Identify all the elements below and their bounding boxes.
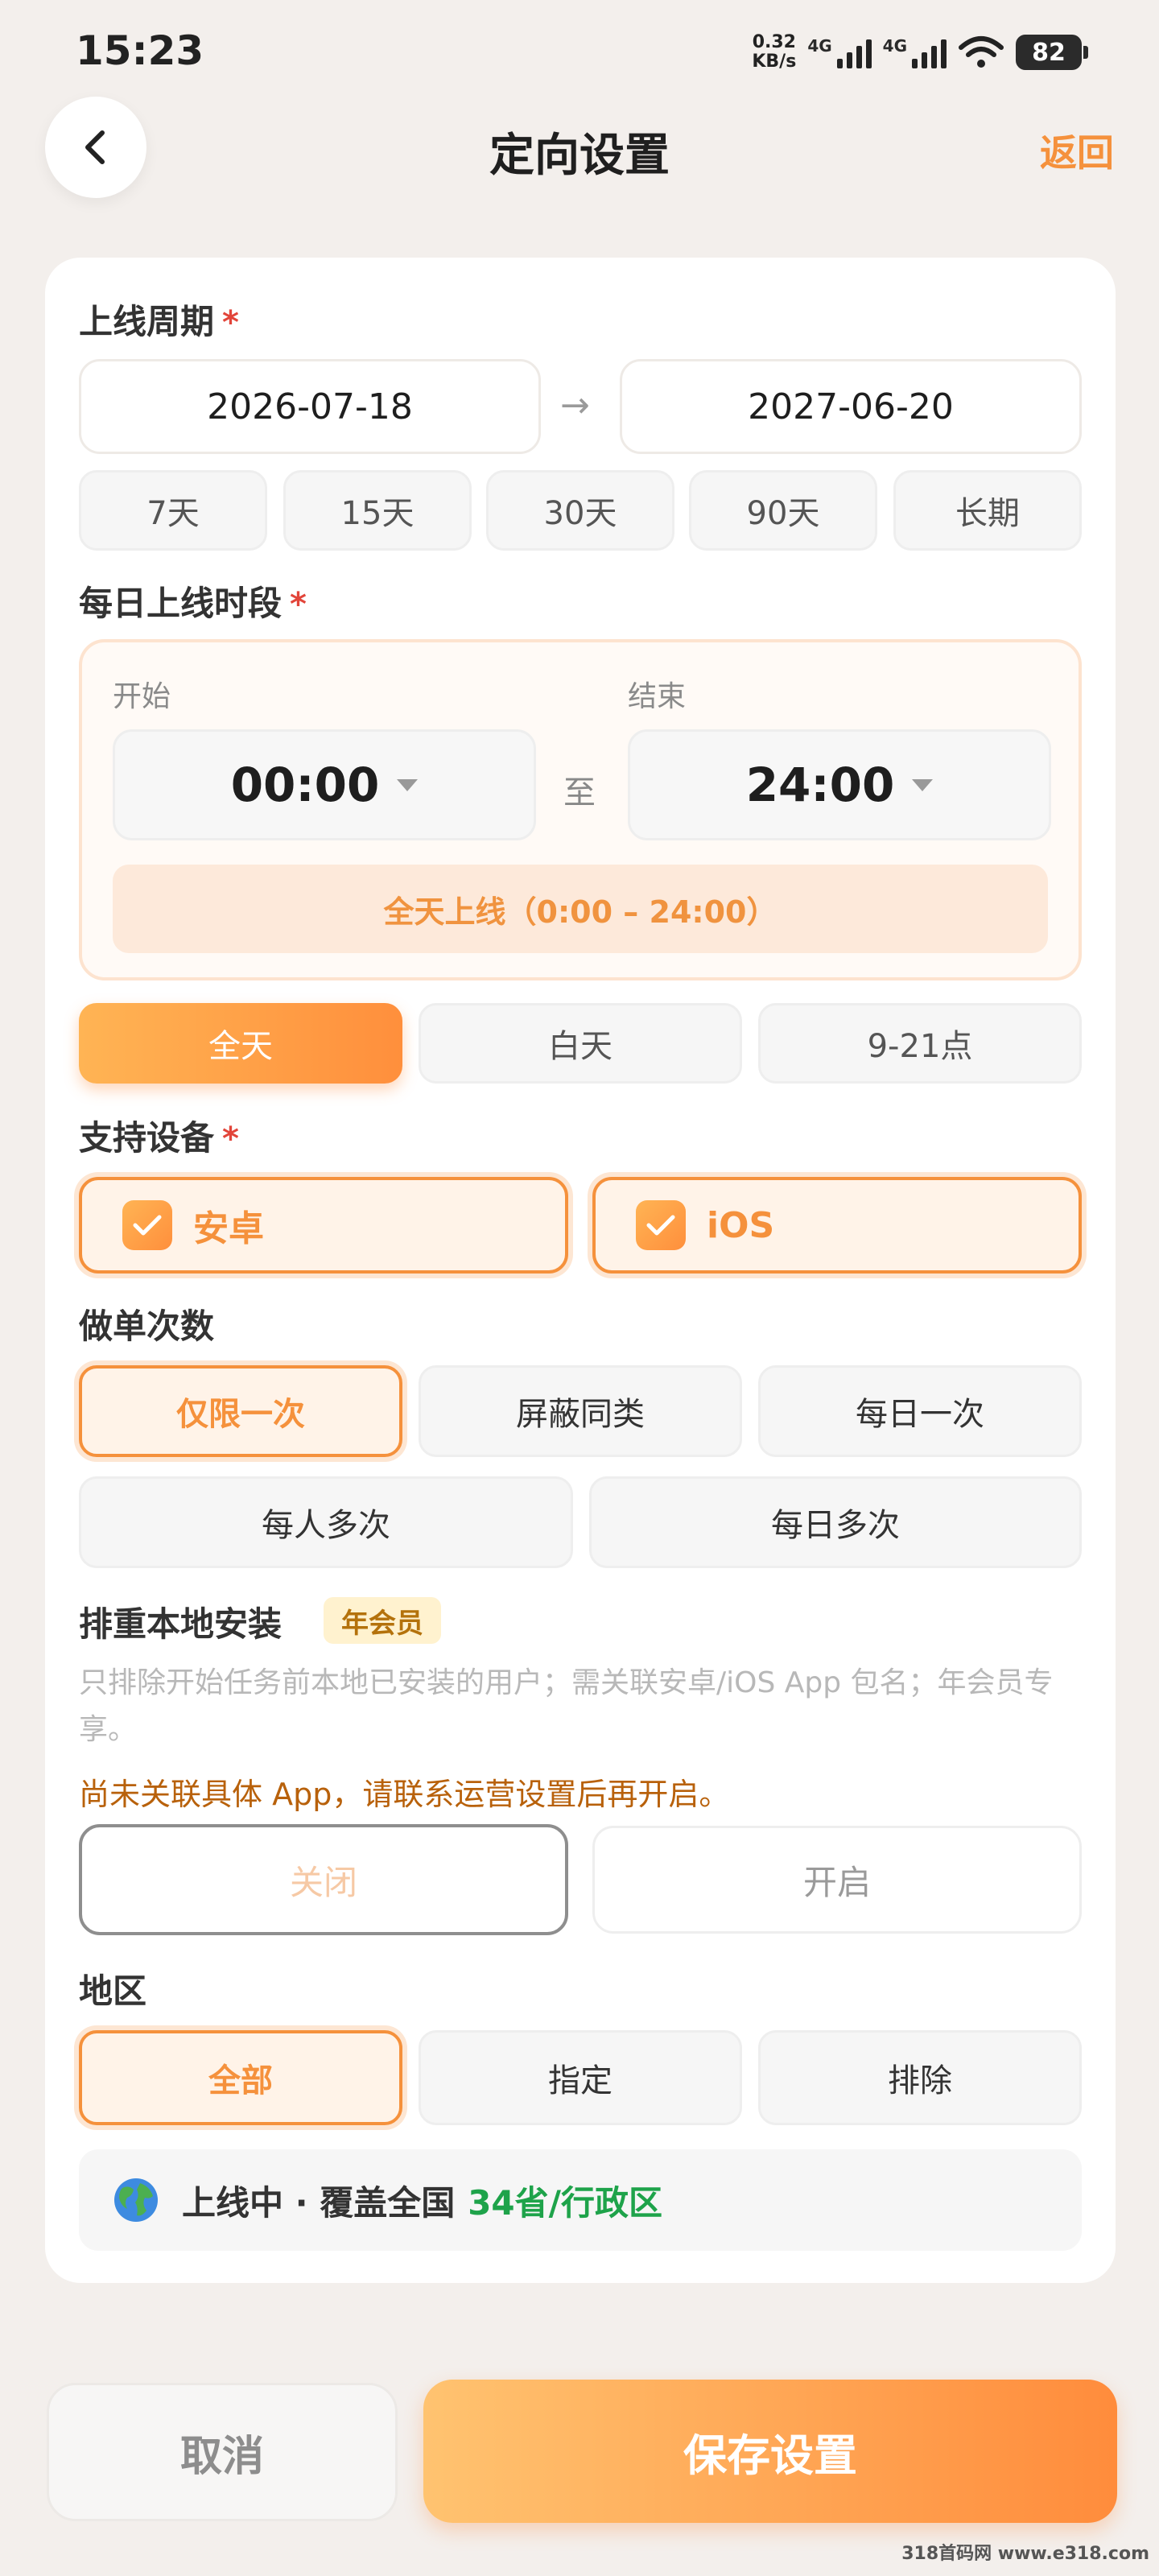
dedupe-off-button[interactable]: 关闭 xyxy=(79,1824,568,1935)
end-date-field[interactable]: 2027-06-20 xyxy=(620,359,1082,454)
status-time: 15:23 xyxy=(76,27,204,74)
globe-icon xyxy=(114,2178,158,2222)
end-time-select[interactable]: 24:00 xyxy=(628,729,1051,840)
region-exclude[interactable]: 排除 xyxy=(758,2030,1082,2125)
start-time-select[interactable]: 00:00 xyxy=(113,729,536,840)
required-mark: * xyxy=(222,1121,239,1158)
region-status: 上线中 · 覆盖全国 34省/行政区 xyxy=(79,2149,1082,2251)
start-date-field[interactable]: 2026-07-18 xyxy=(79,359,541,454)
app-header: 定向设置 返回 xyxy=(0,97,1159,198)
device-ios-option[interactable]: iOS xyxy=(592,1177,1082,1274)
checkbox-checked-icon xyxy=(636,1200,686,1250)
dedupe-description: 只排除开始任务前本地已安装的用户；需关联安卓/iOS App 包名；年会员专享。 xyxy=(79,1666,1054,1746)
caret-down-icon xyxy=(397,778,419,791)
status-indicators: 0.32 KB/s 4G 4G 82 xyxy=(752,29,1088,76)
sim2-signal-icon: 4G xyxy=(883,36,947,68)
save-settings-button[interactable]: 保存设置 xyxy=(423,2380,1117,2523)
period-preset-90d[interactable]: 90天 xyxy=(689,470,877,551)
period-preset-long[interactable]: 长期 xyxy=(893,470,1082,551)
devices-label: 支持设备 * xyxy=(79,1118,239,1158)
order-count-daily-once[interactable]: 每日一次 xyxy=(758,1365,1082,1457)
sim1-signal-icon: 4G xyxy=(807,36,872,68)
network-speed: 0.32 KB/s xyxy=(752,32,797,72)
period-preset-30d[interactable]: 30天 xyxy=(486,470,674,551)
order-count-once[interactable]: 仅限一次 xyxy=(79,1365,402,1457)
daily-window-label: 每日上线时段 * xyxy=(79,584,307,623)
required-mark: * xyxy=(222,304,239,341)
status-bar: 15:23 0.32 KB/s 4G 4G 82 xyxy=(0,0,1159,105)
page-title: 定向设置 xyxy=(489,130,670,182)
start-time-label: 开始 xyxy=(113,680,171,713)
watermark: 318首码网 www.e318.com xyxy=(901,2544,1149,2564)
window-preset-9-21[interactable]: 9-21点 xyxy=(758,1003,1082,1084)
checkbox-checked-icon xyxy=(122,1200,172,1250)
window-preset-all-day[interactable]: 全天 xyxy=(79,1003,402,1084)
required-mark: * xyxy=(290,586,307,623)
region-specify[interactable]: 指定 xyxy=(419,2030,742,2125)
order-count-label: 做单次数 xyxy=(79,1307,215,1346)
caret-down-icon xyxy=(912,778,934,791)
cancel-button[interactable]: 取消 xyxy=(47,2383,398,2521)
date-range-arrow-icon: → xyxy=(560,385,590,426)
dedupe-warning: 尚未关联具体 App，请联系运营设置后再开启。 xyxy=(79,1777,730,1812)
order-count-multi-per-person[interactable]: 每人多次 xyxy=(79,1476,573,1568)
dedupe-label: 排重本地安装 xyxy=(79,1604,283,1644)
order-count-multi-per-day[interactable]: 每日多次 xyxy=(589,1476,1082,1568)
period-preset-15d[interactable]: 15天 xyxy=(283,470,472,551)
battery-icon: 82 xyxy=(1016,35,1088,70)
time-range-separator: 至 xyxy=(563,774,596,811)
dedupe-on-button[interactable]: 开启 xyxy=(592,1826,1082,1934)
order-count-block-similar[interactable]: 屏蔽同类 xyxy=(419,1365,742,1457)
wifi-icon xyxy=(959,36,1004,68)
window-preset-daytime[interactable]: 白天 xyxy=(419,1003,742,1084)
period-preset-7d[interactable]: 7天 xyxy=(79,470,267,551)
annual-member-badge: 年会员 xyxy=(324,1597,441,1644)
daily-window-box: 开始 结束 00:00 至 24:00 全天上线（0:00 – 24:00） xyxy=(79,639,1082,980)
daily-window-summary: 全天上线（0:00 – 24:00） xyxy=(113,865,1048,953)
end-time-label: 结束 xyxy=(628,680,687,713)
region-all[interactable]: 全部 xyxy=(79,2030,402,2125)
region-label: 地区 xyxy=(79,1971,147,2011)
return-link[interactable]: 返回 xyxy=(1040,124,1114,177)
region-count: 34省/行政区 xyxy=(468,2182,662,2223)
device-android-option[interactable]: 安卓 xyxy=(79,1177,568,1274)
online-period-label: 上线周期 * xyxy=(79,302,239,341)
